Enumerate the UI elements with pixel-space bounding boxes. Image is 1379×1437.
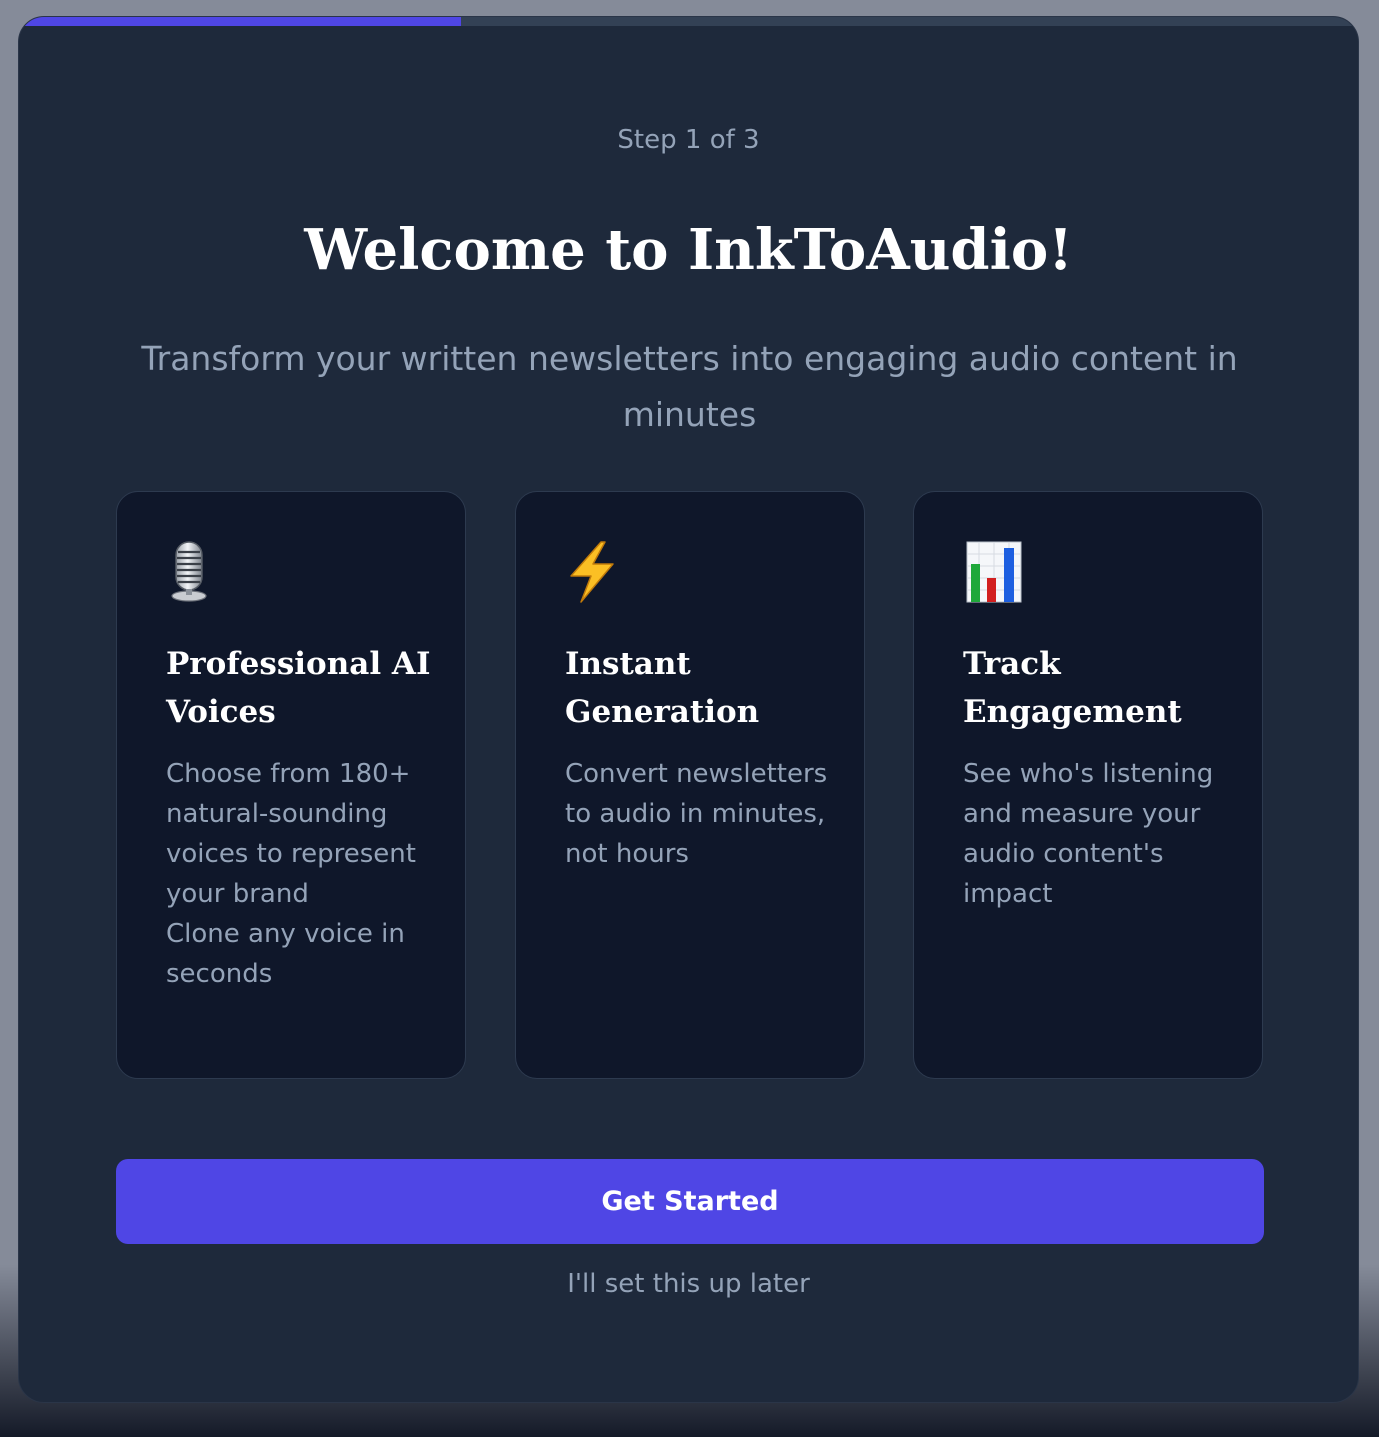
feature-title: Instant Generation	[565, 646, 760, 730]
feature-description-line: Convert newsletters to audio in minutes,…	[565, 759, 828, 869]
setup-later-link[interactable]: I'll set this up later	[19, 1269, 1358, 1299]
microphone-icon	[171, 541, 207, 602]
lightning-icon	[570, 541, 614, 603]
feature-title: Professional AI Voices	[166, 646, 431, 730]
progress-bar	[19, 17, 1358, 26]
step-indicator: Step 1 of 3	[617, 125, 760, 155]
feature-description: See who's listening and measure your aud…	[963, 754, 1232, 914]
feature-description-line: Clone any voice in seconds	[166, 919, 405, 989]
feature-description: Choose from 180+ natural-sounding voices…	[166, 754, 435, 994]
feature-cards: Professional AI Voices Choose from 180+ …	[116, 491, 1264, 1079]
feature-card-engagement: Track Engagement See who's listening and…	[913, 491, 1263, 1079]
page-title: Welcome to InkToAudio!	[304, 217, 1073, 283]
feature-card-generation: Instant Generation Convert newsletters t…	[515, 491, 865, 1079]
feature-title: Track Engagement	[963, 646, 1182, 730]
feature-description-line: See who's listening and measure your aud…	[963, 759, 1214, 909]
page-subtitle: Transform your written newsletters into …	[141, 339, 1238, 434]
bar-chart-icon	[966, 541, 1022, 603]
get-started-button[interactable]: Get Started	[116, 1159, 1264, 1244]
feature-card-voices: Professional AI Voices Choose from 180+ …	[116, 491, 466, 1079]
feature-description: Convert newsletters to audio in minutes,…	[565, 754, 834, 874]
onboarding-modal: Step 1 of 3 Welcome to InkToAudio! Trans…	[18, 16, 1359, 1403]
progress-bar-fill	[19, 17, 461, 26]
feature-description-line: Choose from 180+ natural-sounding voices…	[166, 759, 416, 909]
